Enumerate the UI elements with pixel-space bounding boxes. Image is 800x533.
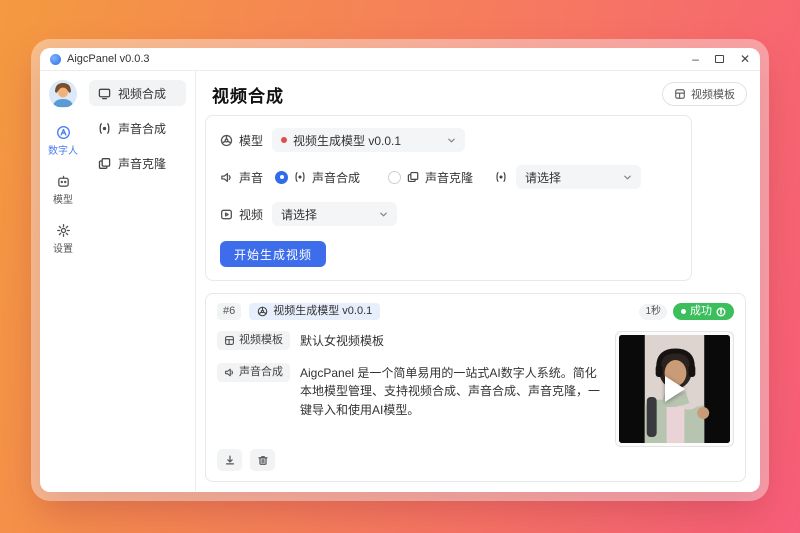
template-icon	[674, 88, 686, 100]
submenu: 视频合成 声音合成 声音克隆	[86, 71, 196, 491]
model-field-icon	[220, 134, 233, 147]
main-content: 视频合成 视频模板 模型 视频生成模型 v0.0.1	[196, 71, 760, 491]
voice-tag-label: 声音合成	[239, 366, 283, 379]
rail-item-model[interactable]: 模型	[53, 174, 73, 206]
voice-text-row: 声音合成 AigcPanel 是一个简单易用的一站式AI数字人系统。简化本地模型…	[217, 363, 603, 420]
submenu-item-voice-clone[interactable]: 声音克隆	[89, 150, 186, 176]
submenu-item-label: 声音合成	[118, 120, 166, 137]
submenu-item-video-synthesis[interactable]: 视频合成	[89, 80, 186, 106]
voice-text: AigcPanel 是一个简单易用的一站式AI数字人系统。简化本地模型管理、支持…	[300, 363, 603, 420]
submenu-item-voice-synthesis[interactable]: 声音合成	[89, 115, 186, 141]
video-field-icon	[220, 208, 233, 221]
video-template-button[interactable]: 视频模板	[662, 82, 747, 106]
model-row: 模型 视频生成模型 v0.0.1	[220, 128, 677, 152]
trash-icon	[257, 454, 269, 466]
desktop-background: { "window": { "title": "AigcPanel v0.0.3…	[0, 0, 800, 533]
model-icon	[56, 174, 71, 189]
voice-synthesis-icon	[495, 171, 507, 183]
chevron-down-icon	[447, 136, 456, 145]
video-row: 视频 请选择	[220, 202, 677, 226]
model-select-value: 视频生成模型 v0.0.1	[293, 132, 401, 149]
video-select-placeholder: 请选择	[281, 206, 317, 223]
record-card-6: #6 视频生成模型 v0.0.1 1秒 成功	[205, 293, 746, 482]
status-label: 成功	[690, 306, 712, 317]
voice-clone-icon	[98, 157, 111, 170]
voice-option-label[interactable]: 声音合成	[312, 169, 360, 186]
maximize-icon[interactable]	[715, 55, 724, 63]
video-select[interactable]: 请选择	[272, 202, 397, 226]
record-actions	[217, 449, 734, 471]
voice-label: 声音	[239, 169, 263, 186]
info-icon	[716, 307, 726, 317]
window-controls: – ✕	[692, 53, 750, 65]
record-body: 视频模板 默认女视频模板 声音合成 AigcPanel 是一个简单易用的一站式A…	[217, 331, 734, 447]
radio-voice-synthesis[interactable]	[275, 171, 288, 184]
voice-select[interactable]: 请选择	[516, 165, 641, 189]
submenu-item-label: 视频合成	[118, 85, 166, 102]
voice-option-label[interactable]: 声音克隆	[425, 169, 473, 186]
close-icon[interactable]: ✕	[740, 53, 750, 65]
chevron-down-icon	[379, 210, 388, 219]
duration-badge: 1秒	[639, 304, 667, 320]
model-label: 模型	[239, 132, 263, 149]
record-id-badge: #6	[217, 303, 241, 320]
rail-item-label: 数字人	[48, 142, 78, 157]
record-header: #6 视频生成模型 v0.0.1 1秒 成功	[217, 303, 734, 320]
submenu-item-label: 声音克隆	[118, 155, 166, 172]
start-generate-button[interactable]: 开始生成视频	[220, 241, 326, 267]
rail-item-settings[interactable]: 设置	[53, 223, 73, 255]
play-icon[interactable]	[665, 376, 685, 402]
record-model-badge: 视频生成模型 v0.0.1	[249, 303, 380, 320]
digital-human-icon	[56, 125, 71, 140]
voice-row: 声音 声音合成 声音克隆 请选择	[220, 165, 677, 189]
window-title: AigcPanel v0.0.3	[67, 53, 150, 65]
template-tag-label: 视频模板	[239, 334, 283, 347]
speaker-icon	[224, 367, 235, 378]
settings-icon	[56, 223, 71, 238]
voice-field-icon	[220, 171, 233, 184]
titlebar: AigcPanel v0.0.3 – ✕	[40, 48, 760, 71]
video-template-button-label: 视频模板	[691, 86, 735, 102]
voice-clone-icon	[407, 171, 419, 183]
model-select[interactable]: 视频生成模型 v0.0.1	[272, 128, 465, 152]
rail-item-digital-human[interactable]: 数字人	[48, 125, 78, 157]
download-icon	[224, 454, 236, 466]
video-label: 视频	[239, 206, 263, 223]
template-icon	[224, 335, 235, 346]
record-model-label: 视频生成模型 v0.0.1	[273, 306, 372, 317]
voice-synthesis-icon	[98, 122, 111, 135]
status-dot	[681, 309, 686, 314]
download-button[interactable]	[217, 449, 242, 471]
model-status-dot	[281, 137, 287, 143]
template-value: 默认女视频模板	[300, 331, 384, 351]
app-window: AigcPanel v0.0.3 – ✕ 数字人 模型 设置	[40, 48, 760, 492]
rail-item-label: 模型	[53, 191, 73, 206]
voice-synthesis-tag: 声音合成	[217, 363, 290, 382]
radio-voice-clone[interactable]	[388, 171, 401, 184]
page-title: 视频合成	[212, 82, 284, 107]
voice-synthesis-icon	[294, 171, 306, 183]
voice-select-placeholder: 请选择	[525, 169, 561, 186]
rail-item-label: 设置	[53, 240, 73, 255]
avatar[interactable]	[49, 80, 77, 108]
generation-form: 模型 视频生成模型 v0.0.1 声音 声音合成 声音克隆	[205, 115, 692, 281]
video-thumbnail[interactable]	[615, 331, 734, 447]
template-tag: 视频模板	[217, 331, 290, 350]
main-header: 视频合成 视频模板	[205, 80, 747, 108]
minimize-icon[interactable]: –	[692, 53, 699, 65]
chevron-down-icon	[623, 173, 632, 182]
template-row: 视频模板 默认女视频模板	[217, 331, 603, 351]
delete-button[interactable]	[250, 449, 275, 471]
video-synthesis-icon	[98, 87, 111, 100]
app-logo-icon	[50, 54, 61, 65]
model-icon	[257, 306, 268, 317]
left-rail: 数字人 模型 设置	[40, 71, 86, 491]
status-badge[interactable]: 成功	[673, 303, 734, 320]
